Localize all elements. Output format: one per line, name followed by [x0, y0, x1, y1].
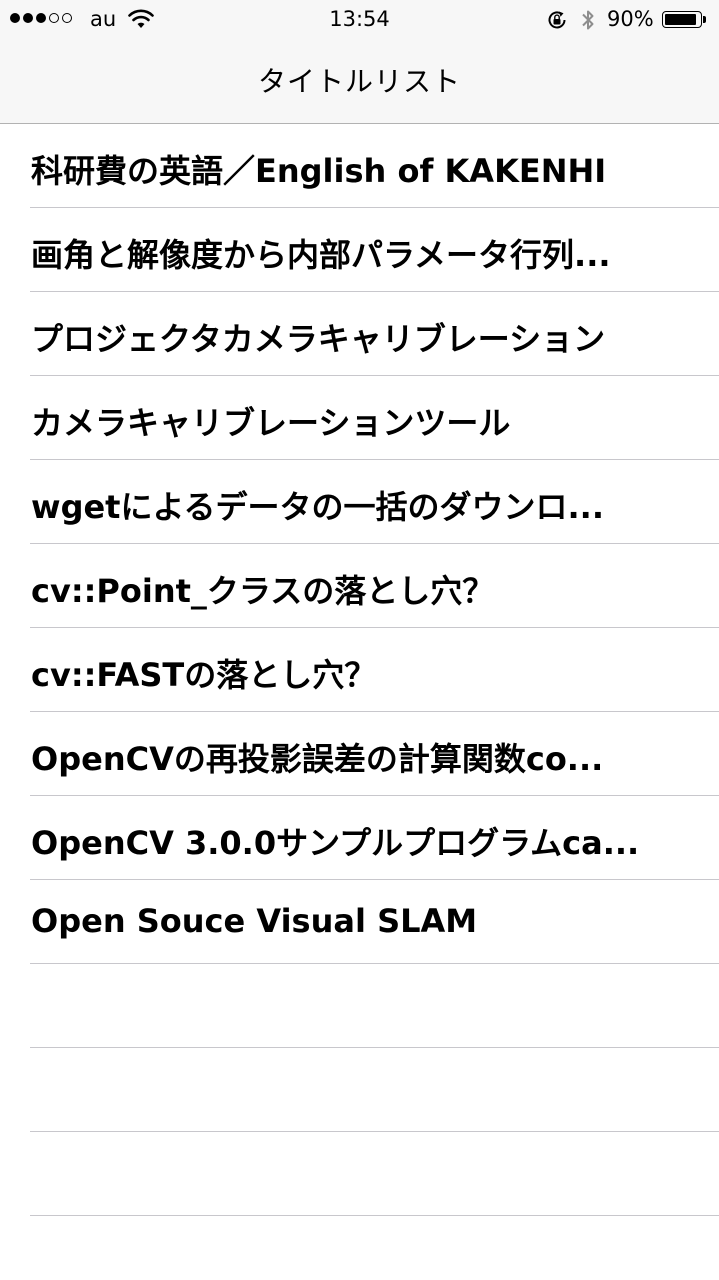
list-item-title: Open Souce Visual SLAM — [31, 902, 478, 940]
list-item-title: 科研費の英語／English of KAKENHI — [31, 152, 607, 190]
status-bar: au 13:54 90% — [0, 0, 719, 40]
list-item-title: プロジェクタカメラキャリブレーション — [31, 320, 606, 358]
list-item-title: カメラキャリブレーションツール — [31, 404, 511, 442]
list-item[interactable]: カメラキャリブレーションツール — [0, 376, 719, 460]
title-list: 科研費の英語／English of KAKENHI 画角と解像度から内部パラメータ… — [0, 124, 719, 1280]
list-item — [0, 1048, 719, 1132]
list-item[interactable]: Open Souce Visual SLAM — [0, 880, 719, 964]
list-item[interactable]: wgetによるデータの一括のダウンロ... — [0, 460, 719, 544]
top-bar: au 13:54 90% タイトルリスト — [0, 0, 719, 124]
list-item — [0, 964, 719, 1048]
list-item[interactable]: cv::FASTの落とし穴？ — [0, 628, 719, 712]
rotation-lock-icon — [548, 11, 566, 29]
list-item[interactable]: OpenCVの再投影誤差の計算関数co... — [0, 712, 719, 796]
battery-icon — [662, 11, 702, 28]
list-item — [0, 1132, 719, 1216]
list-item[interactable]: OpenCV 3.0.0サンプルプログラムca... — [0, 796, 719, 880]
list-item[interactable]: 画角と解像度から内部パラメータ行列... — [0, 208, 719, 292]
battery-percentage: 90% — [607, 7, 654, 31]
list-item-title: OpenCVの再投影誤差の計算関数co... — [31, 740, 604, 778]
list-item-title: cv::Point_クラスの落とし穴？ — [31, 572, 495, 610]
page-title: タイトルリスト — [257, 65, 461, 98]
list-item — [0, 1216, 719, 1280]
list-item-title: wgetによるデータの一括のダウンロ... — [31, 488, 604, 526]
list-item-title: 画角と解像度から内部パラメータ行列... — [31, 236, 611, 274]
list-item-title: cv::FASTの落とし穴？ — [31, 656, 377, 694]
screen: au 13:54 90% タイトルリスト 科研費の英語／English of K… — [0, 0, 719, 1280]
list-item[interactable]: 科研費の英語／English of KAKENHI — [0, 124, 719, 208]
battery-fill — [665, 14, 696, 25]
list-item-title: OpenCV 3.0.0サンプルプログラムca... — [31, 824, 640, 862]
bluetooth-icon — [582, 10, 594, 30]
list-item[interactable]: プロジェクタカメラキャリブレーション — [0, 292, 719, 376]
list-item[interactable]: cv::Point_クラスの落とし穴？ — [0, 544, 719, 628]
battery-tip — [703, 16, 706, 23]
